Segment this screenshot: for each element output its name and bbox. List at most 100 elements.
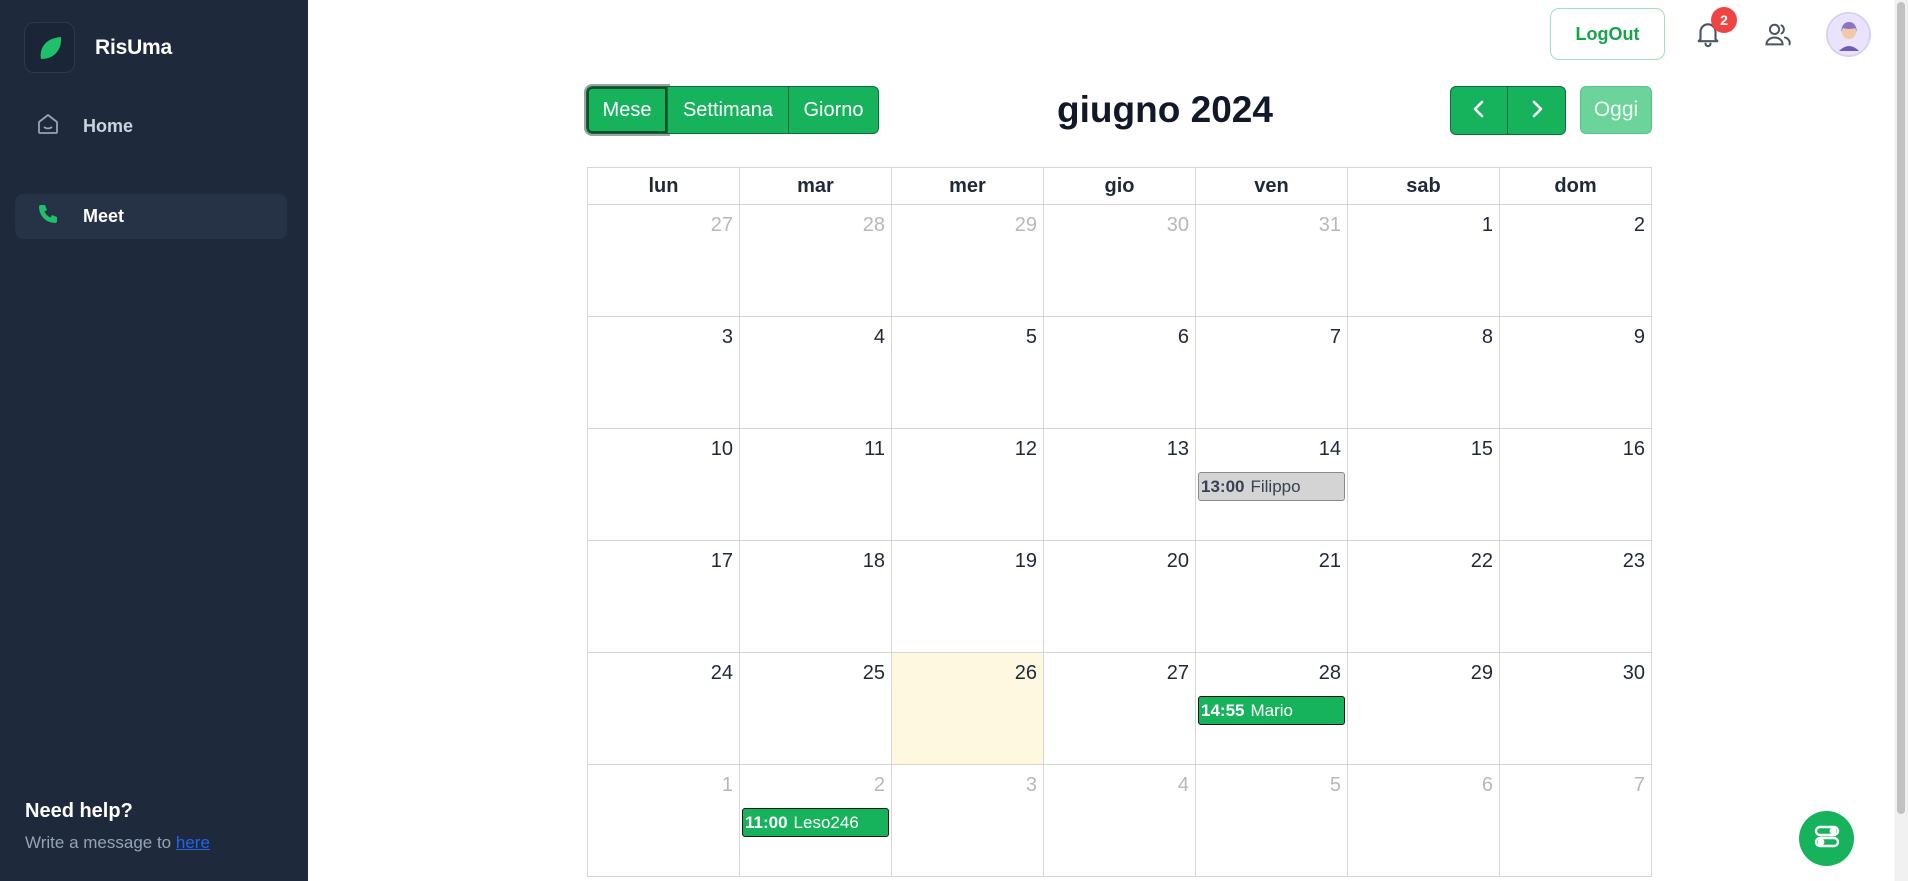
today-button[interactable]: Oggi [1580, 86, 1652, 134]
day-number[interactable]: 9 [1500, 317, 1651, 349]
day-number[interactable]: 22 [1348, 541, 1499, 573]
day-number[interactable]: 14 [1196, 429, 1347, 461]
calendar-event[interactable]: 11:00 Leso246 [742, 808, 889, 837]
view-month-button[interactable]: Mese [584, 84, 670, 136]
day-cell[interactable]: 2 11:00 Leso246 [739, 764, 892, 877]
day-cell[interactable]: 6 [1043, 316, 1196, 429]
day-cell[interactable]: 10 [587, 428, 740, 541]
logout-button[interactable]: LogOut [1550, 8, 1665, 60]
day-number[interactable]: 8 [1348, 317, 1499, 349]
day-cell[interactable]: 5 [891, 316, 1044, 429]
day-number[interactable]: 30 [1044, 205, 1195, 237]
day-number[interactable]: 31 [1196, 205, 1347, 237]
day-cell[interactable]: 8 [1347, 316, 1500, 429]
day-number[interactable]: 24 [588, 653, 739, 685]
day-number[interactable]: 12 [892, 429, 1043, 461]
brand[interactable]: RisUma [24, 22, 172, 73]
day-number[interactable]: 27 [1044, 653, 1195, 685]
day-cell[interactable]: 13 [1043, 428, 1196, 541]
day-cell[interactable]: 27 [587, 204, 740, 317]
day-cell[interactable]: 28 [739, 204, 892, 317]
day-number[interactable]: 17 [588, 541, 739, 573]
day-cell[interactable]: 4 [1043, 764, 1196, 877]
sidebar-item-meet[interactable]: Meet [15, 194, 287, 239]
day-cell[interactable]: 3 [587, 316, 740, 429]
day-cell[interactable]: 19 [891, 540, 1044, 653]
day-number[interactable]: 16 [1500, 429, 1651, 461]
day-number[interactable]: 2 [740, 765, 891, 797]
calendar-event[interactable]: 13:00 Filippo [1198, 472, 1345, 501]
day-cell[interactable]: 2 [1499, 204, 1652, 317]
day-cell[interactable]: 6 [1347, 764, 1500, 877]
day-number[interactable]: 2 [1500, 205, 1651, 237]
day-cell[interactable]: 12 [891, 428, 1044, 541]
day-number[interactable]: 7 [1196, 317, 1347, 349]
day-number[interactable]: 27 [588, 205, 739, 237]
day-number[interactable]: 15 [1348, 429, 1499, 461]
avatar[interactable] [1826, 12, 1871, 57]
day-cell[interactable]: 18 [739, 540, 892, 653]
next-button[interactable] [1508, 86, 1566, 135]
day-number[interactable]: 13 [1044, 429, 1195, 461]
day-number[interactable]: 19 [892, 541, 1043, 573]
day-number[interactable]: 10 [588, 429, 739, 461]
day-cell[interactable]: 29 [891, 204, 1044, 317]
day-cell[interactable]: 1 [587, 764, 740, 877]
day-cell-today[interactable]: 26 [891, 652, 1044, 765]
day-number[interactable]: 1 [1348, 205, 1499, 237]
view-week-button[interactable]: Settimana [668, 86, 789, 134]
day-cell[interactable]: 22 [1347, 540, 1500, 653]
day-number[interactable]: 26 [892, 653, 1043, 685]
day-cell[interactable]: 25 [739, 652, 892, 765]
day-cell[interactable]: 11 [739, 428, 892, 541]
calendar-event[interactable]: 14:55 Mario [1198, 696, 1345, 725]
day-number[interactable]: 23 [1500, 541, 1651, 573]
day-number[interactable]: 28 [740, 205, 891, 237]
day-number[interactable]: 29 [1348, 653, 1499, 685]
users-icon[interactable] [1763, 20, 1793, 48]
day-number[interactable]: 4 [740, 317, 891, 349]
day-number[interactable]: 4 [1044, 765, 1195, 797]
day-cell[interactable]: 4 [739, 316, 892, 429]
day-cell[interactable]: 5 [1195, 764, 1348, 877]
day-number[interactable]: 18 [740, 541, 891, 573]
day-cell[interactable]: 23 [1499, 540, 1652, 653]
day-cell[interactable]: 14 13:00 Filippo [1195, 428, 1348, 541]
day-cell[interactable]: 7 [1195, 316, 1348, 429]
day-number[interactable]: 30 [1500, 653, 1651, 685]
day-number[interactable]: 5 [1196, 765, 1347, 797]
day-cell[interactable]: 3 [891, 764, 1044, 877]
scrollbar-thumb[interactable] [1897, 2, 1905, 814]
view-day-button[interactable]: Giorno [789, 86, 879, 134]
day-cell[interactable]: 1 [1347, 204, 1500, 317]
prev-button[interactable] [1450, 86, 1508, 135]
floating-action-button[interactable] [1799, 811, 1854, 866]
day-number[interactable]: 6 [1348, 765, 1499, 797]
day-number[interactable]: 1 [588, 765, 739, 797]
day-number[interactable]: 5 [892, 317, 1043, 349]
scrollbar[interactable] [1894, 0, 1908, 881]
day-number[interactable]: 28 [1196, 653, 1347, 685]
day-cell[interactable]: 28 14:55 Mario [1195, 652, 1348, 765]
help-link[interactable]: here [176, 833, 210, 852]
day-number[interactable]: 11 [740, 429, 891, 461]
day-number[interactable]: 25 [740, 653, 891, 685]
day-cell[interactable]: 31 [1195, 204, 1348, 317]
day-cell[interactable]: 16 [1499, 428, 1652, 541]
sidebar-item-home[interactable]: Home [15, 104, 287, 149]
day-cell[interactable]: 30 [1043, 204, 1196, 317]
day-number[interactable]: 29 [892, 205, 1043, 237]
day-number[interactable]: 3 [892, 765, 1043, 797]
day-cell[interactable]: 17 [587, 540, 740, 653]
day-number[interactable]: 20 [1044, 541, 1195, 573]
day-cell[interactable]: 9 [1499, 316, 1652, 429]
day-cell[interactable]: 30 [1499, 652, 1652, 765]
day-number[interactable]: 6 [1044, 317, 1195, 349]
day-cell[interactable]: 27 [1043, 652, 1196, 765]
day-cell[interactable]: 24 [587, 652, 740, 765]
day-number[interactable]: 7 [1500, 765, 1651, 797]
day-cell[interactable]: 20 [1043, 540, 1196, 653]
day-cell[interactable]: 7 [1499, 764, 1652, 877]
day-number[interactable]: 21 [1196, 541, 1347, 573]
day-cell[interactable]: 29 [1347, 652, 1500, 765]
